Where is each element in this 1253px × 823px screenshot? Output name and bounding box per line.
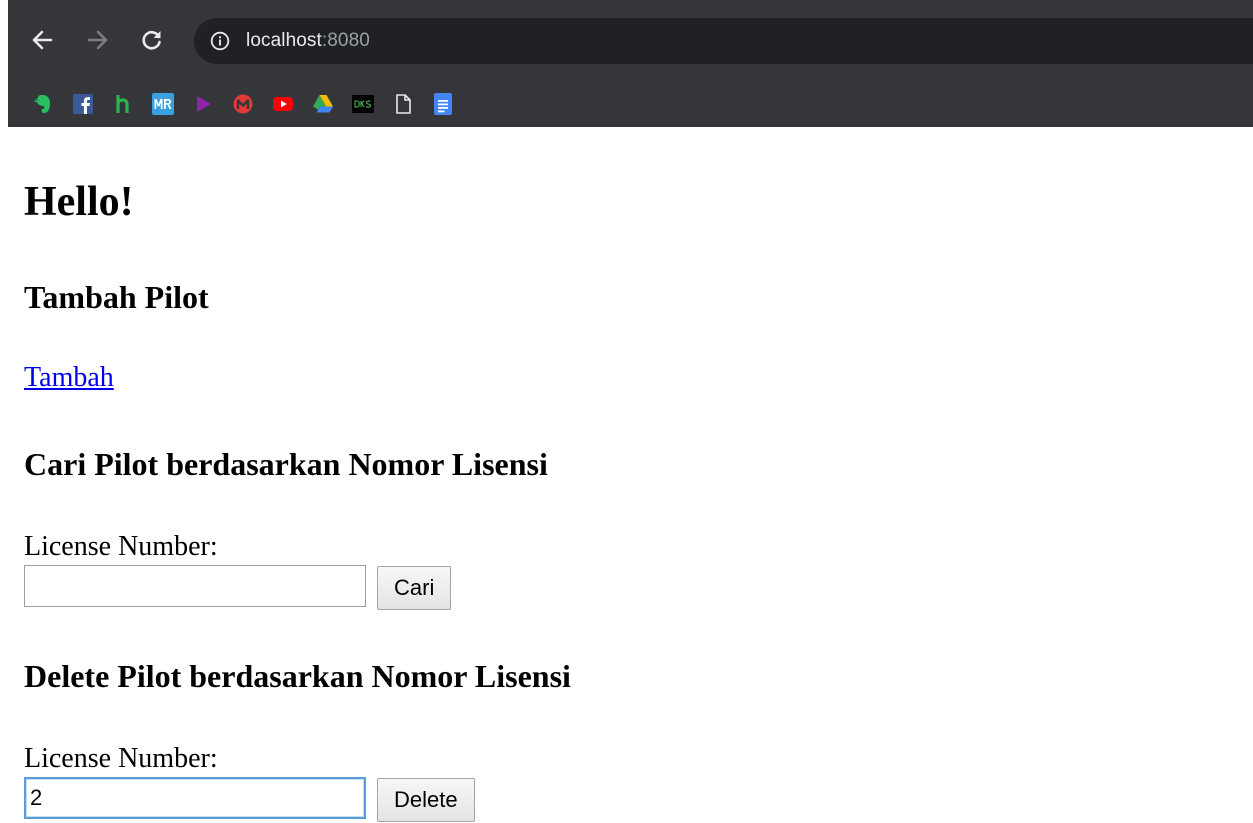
youtube-icon: [273, 97, 293, 111]
url-port: :8080: [321, 30, 370, 51]
address-bar[interactable]: localhost:8080: [194, 18, 1253, 64]
m-icon: [233, 94, 253, 114]
bookmarks-bar: [8, 82, 1253, 127]
delete-license-input[interactable]: [24, 777, 366, 819]
evernote-icon: [34, 95, 50, 113]
h-icon: [116, 95, 129, 113]
arrow-right-icon: [87, 30, 108, 50]
reload-icon: [142, 30, 161, 50]
back-button[interactable]: [28, 26, 56, 54]
reload-button[interactable]: [138, 26, 166, 54]
page-greeting: Hello!: [24, 179, 134, 225]
forward-button[interactable]: [84, 26, 112, 54]
bookmark-page[interactable]: [392, 93, 414, 115]
bookmark-play[interactable]: [192, 93, 214, 115]
url-text: localhost:8080: [246, 30, 370, 52]
dks-icon: [352, 95, 374, 113]
bookmark-youtube[interactable]: [272, 93, 294, 115]
bookmark-google-drive[interactable]: [312, 93, 334, 115]
delete-license-label: License Number:: [24, 743, 218, 774]
search-license-input[interactable]: [24, 565, 366, 607]
bookmark-evernote[interactable]: [32, 93, 54, 115]
url-host: localhost: [246, 30, 322, 51]
mr-icon: [152, 93, 174, 115]
page-icon: [396, 94, 411, 114]
bookmark-dks[interactable]: [352, 93, 374, 115]
search-license-label: License Number:: [24, 531, 218, 562]
add-pilot-heading: Tambah Pilot: [24, 279, 209, 315]
google-drive-icon: [313, 95, 333, 113]
add-pilot-link[interactable]: Tambah: [24, 361, 114, 395]
arrow-left-icon: [32, 30, 53, 50]
facebook-icon: [73, 94, 93, 114]
info-icon[interactable]: [210, 31, 230, 51]
play-icon: [197, 96, 211, 112]
search-button[interactable]: Cari: [377, 566, 452, 610]
bookmark-h[interactable]: [112, 93, 134, 115]
bookmark-m[interactable]: [232, 93, 254, 115]
browser-toolbar: localhost:8080: [8, 0, 1253, 82]
bookmark-google-docs[interactable]: [432, 93, 454, 115]
delete-pilot-heading: Delete Pilot berdasarkan Nomor Lisensi: [24, 658, 571, 694]
google-docs-icon: [434, 93, 452, 115]
browser-chrome: localhost:8080: [8, 0, 1253, 127]
delete-button[interactable]: Delete: [377, 778, 475, 822]
bookmark-mr[interactable]: [152, 93, 174, 115]
search-pilot-heading: Cari Pilot berdasarkan Nomor Lisensi: [24, 446, 548, 482]
bookmark-facebook[interactable]: [72, 93, 94, 115]
